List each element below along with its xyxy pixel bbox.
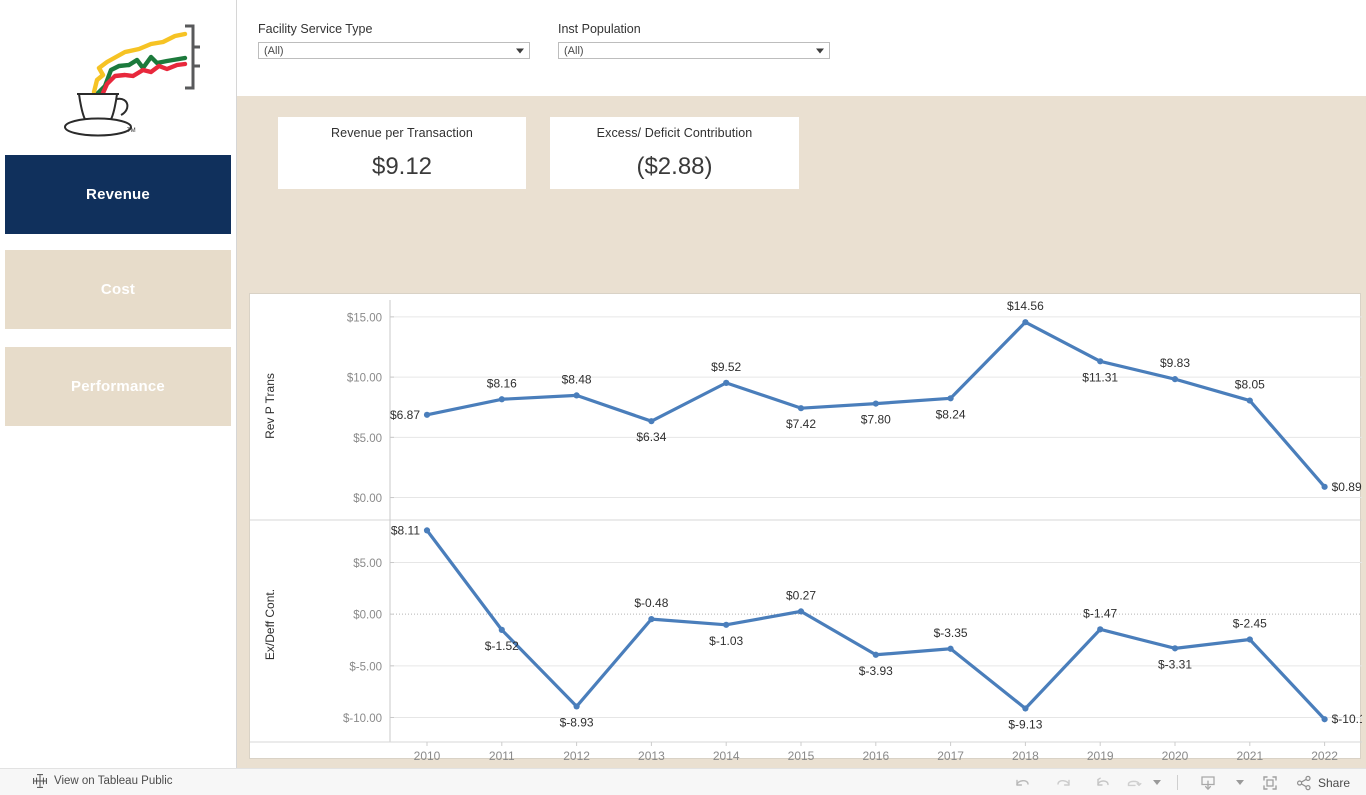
svg-text:$-1.52: $-1.52 bbox=[485, 639, 519, 653]
svg-text:$9.52: $9.52 bbox=[711, 360, 741, 374]
svg-text:$8.24: $8.24 bbox=[936, 407, 966, 421]
toolbar-divider bbox=[1176, 775, 1178, 790]
kpi-title: Excess/ Deficit Contribution bbox=[596, 126, 753, 140]
svg-text:$0.27: $0.27 bbox=[786, 588, 816, 602]
chevron-down-icon bbox=[516, 48, 524, 53]
svg-text:2012: 2012 bbox=[563, 749, 590, 760]
chevron-down-icon bbox=[816, 48, 824, 53]
svg-text:Ex/Deff Cont.: Ex/Deff Cont. bbox=[263, 589, 277, 660]
svg-text:$9.83: $9.83 bbox=[1160, 356, 1190, 370]
sidebar-item-label: Cost bbox=[100, 281, 136, 298]
filter-label: Facility Service Type bbox=[258, 22, 373, 36]
svg-text:2021: 2021 bbox=[1236, 749, 1263, 760]
sidebar-item-cost[interactable]: Cost bbox=[5, 250, 231, 329]
svg-text:$8.05: $8.05 bbox=[1235, 378, 1265, 392]
svg-text:2010: 2010 bbox=[414, 749, 441, 760]
chevron-down-icon bbox=[1236, 780, 1245, 785]
dashboard-root: TM Revenue Cost Performance Facility Ser… bbox=[0, 0, 1366, 795]
svg-text:2016: 2016 bbox=[862, 749, 889, 760]
svg-text:$-1.47: $-1.47 bbox=[1083, 606, 1117, 620]
inst-population-dropdown[interactable]: (All) bbox=[558, 42, 830, 59]
view-on-tableau-public-link[interactable]: View on Tableau Public bbox=[33, 774, 173, 788]
dropdown-value: (All) bbox=[264, 44, 284, 57]
svg-text:$-3.31: $-3.31 bbox=[1158, 657, 1192, 671]
svg-text:$6.87: $6.87 bbox=[390, 408, 420, 422]
svg-text:$5.00: $5.00 bbox=[353, 433, 382, 445]
revert-button[interactable] bbox=[1083, 769, 1123, 795]
svg-text:$5.00: $5.00 bbox=[353, 558, 382, 570]
kpi-title: Revenue per Transaction bbox=[331, 126, 473, 140]
svg-text:$10.00: $10.00 bbox=[347, 373, 382, 385]
svg-text:$8.48: $8.48 bbox=[562, 372, 592, 386]
svg-text:$0.89: $0.89 bbox=[1332, 480, 1362, 494]
svg-text:$-5.00: $-5.00 bbox=[349, 661, 382, 673]
download-dropdown-caret[interactable] bbox=[1228, 769, 1250, 795]
fullscreen-button[interactable] bbox=[1250, 769, 1290, 795]
svg-text:2013: 2013 bbox=[638, 749, 665, 760]
svg-text:$11.31: $11.31 bbox=[1082, 370, 1118, 384]
svg-text:$-2.45: $-2.45 bbox=[1233, 616, 1267, 630]
svg-text:$8.16: $8.16 bbox=[487, 376, 517, 390]
filter-inst-population: Inst Population (All) bbox=[558, 22, 830, 59]
svg-text:$-10.00: $-10.00 bbox=[343, 713, 382, 725]
filter-facility-service-type: Facility Service Type (All) bbox=[258, 22, 530, 59]
sidebar: TM Revenue Cost Performance bbox=[0, 0, 236, 768]
svg-text:$14.56: $14.56 bbox=[1007, 299, 1044, 313]
undo-button[interactable] bbox=[1003, 769, 1043, 795]
kpi-value: ($2.88) bbox=[636, 153, 713, 180]
main-content: Revenue per Transaction $9.12 Excess/ De… bbox=[236, 96, 1366, 768]
svg-text:2015: 2015 bbox=[788, 749, 815, 760]
share-button[interactable]: Share bbox=[1290, 775, 1350, 791]
status-bar: View on Tableau Public Share bbox=[0, 768, 1366, 795]
redo-button[interactable] bbox=[1043, 769, 1083, 795]
tableau-logo-icon bbox=[33, 774, 47, 788]
brand-logo: TM bbox=[0, 8, 236, 148]
dual-line-chart-panel[interactable]: $0.00 $5.00 $10.00 $15.00 Rev P Trans $6.87 $8… bbox=[249, 293, 1362, 760]
coffee-cup-chart-logo-icon: TM bbox=[64, 24, 200, 137]
svg-text:2018: 2018 bbox=[1012, 749, 1039, 760]
svg-text:2017: 2017 bbox=[937, 749, 964, 760]
svg-text:$-3.35: $-3.35 bbox=[934, 626, 968, 640]
dropdown-value: (All) bbox=[564, 44, 584, 57]
svg-text:2020: 2020 bbox=[1162, 749, 1189, 760]
sidebar-item-label: Revenue bbox=[86, 186, 150, 203]
sidebar-item-label: Performance bbox=[71, 378, 165, 395]
svg-text:$7.80: $7.80 bbox=[861, 413, 891, 427]
filter-label: Inst Population bbox=[558, 22, 641, 36]
svg-text:2014: 2014 bbox=[713, 749, 740, 760]
svg-text:2022: 2022 bbox=[1311, 749, 1338, 760]
kpi-value: $9.12 bbox=[371, 153, 433, 180]
sidebar-item-performance[interactable]: Performance bbox=[5, 347, 231, 426]
svg-text:$-8.93: $-8.93 bbox=[560, 715, 594, 729]
refresh-button[interactable] bbox=[1123, 769, 1145, 795]
svg-text:TM: TM bbox=[127, 128, 136, 134]
kpi-card-excess-deficit-contribution: Excess/ Deficit Contribution ($2.88) bbox=[550, 117, 799, 189]
svg-text:$7.42: $7.42 bbox=[786, 417, 816, 431]
filter-bar: Facility Service Type (All) Inst Populat… bbox=[236, 0, 1366, 96]
svg-text:$8.11: $8.11 bbox=[391, 523, 420, 537]
svg-text:$-9.13: $-9.13 bbox=[1008, 717, 1042, 731]
tableau-link-label: View on Tableau Public bbox=[54, 775, 173, 787]
tableau-toolbar: Share bbox=[1003, 769, 1350, 795]
share-label: Share bbox=[1317, 775, 1350, 790]
svg-text:2019: 2019 bbox=[1087, 749, 1114, 760]
sidebar-item-revenue[interactable]: Revenue bbox=[5, 155, 231, 234]
svg-text:$0.00: $0.00 bbox=[353, 493, 382, 505]
share-icon bbox=[1296, 775, 1311, 790]
refresh-dropdown-caret[interactable] bbox=[1145, 769, 1167, 795]
svg-text:$15.00: $15.00 bbox=[347, 312, 382, 324]
svg-text:$0.00: $0.00 bbox=[353, 610, 382, 622]
svg-text:Rev P Trans: Rev P Trans bbox=[263, 373, 277, 439]
download-button[interactable] bbox=[1188, 769, 1228, 795]
facility-service-type-dropdown[interactable]: (All) bbox=[258, 42, 530, 59]
chevron-down-icon bbox=[1153, 780, 1162, 785]
svg-text:$-10.17: $-10.17 bbox=[1332, 712, 1362, 726]
chart-canvas: $0.00 $5.00 $10.00 $15.00 Rev P Trans $6.87 $8… bbox=[250, 299, 1362, 760]
svg-text:$-3.93: $-3.93 bbox=[859, 664, 893, 678]
kpi-card-revenue-per-transaction: Revenue per Transaction $9.12 bbox=[278, 117, 526, 189]
svg-text:$-0.48: $-0.48 bbox=[634, 596, 668, 610]
svg-text:2011: 2011 bbox=[489, 749, 515, 760]
svg-text:$-1.03: $-1.03 bbox=[709, 634, 743, 648]
svg-text:$6.34: $6.34 bbox=[636, 430, 666, 444]
